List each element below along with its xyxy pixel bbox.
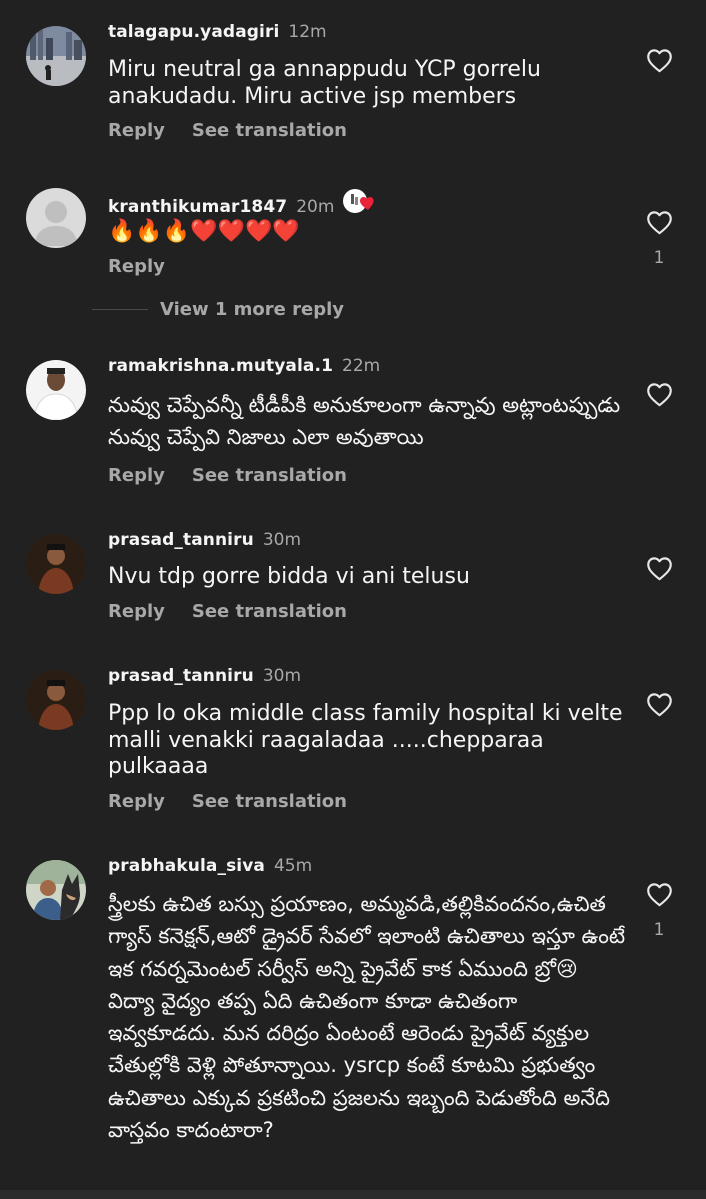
- comment-text: Nvu tdp gorre bidda vi ani telusu: [108, 564, 470, 589]
- heart-outline-icon: [646, 883, 672, 907]
- username[interactable]: talagapu.yadagiri: [108, 22, 279, 42]
- see-translation-button[interactable]: See translation: [192, 465, 347, 486]
- avatar[interactable]: [26, 26, 86, 86]
- username[interactable]: prasad_tanniru: [108, 666, 254, 686]
- heart-outline-icon: [646, 383, 672, 407]
- timestamp: 30m: [262, 666, 302, 686]
- avatar-photo-icon: [26, 360, 86, 420]
- comment-text: స్త్రీలకు ఉచిత బస్సు ప్రయాణం, అమ్మవడి,తల…: [108, 892, 626, 1143]
- see-translation-button[interactable]: See translation: [192, 791, 347, 812]
- divider: [92, 309, 148, 310]
- reply-button[interactable]: Reply: [108, 256, 165, 277]
- avatar[interactable]: [26, 360, 86, 420]
- timestamp: 45m: [273, 856, 313, 876]
- bottom-edge: [0, 1190, 706, 1199]
- heart-outline-icon: [646, 211, 672, 235]
- like-button[interactable]: 1: [644, 210, 674, 268]
- avatar[interactable]: [26, 534, 86, 594]
- comment-text: 🔥🔥🔥❤️❤️❤️❤️: [108, 219, 300, 244]
- heart-sticker-icon: [342, 188, 378, 216]
- avatar[interactable]: [26, 860, 86, 920]
- username[interactable]: prabhakula_siva: [108, 856, 265, 876]
- comment-text: Ppp lo oka middle class family hospital …: [108, 701, 623, 780]
- timestamp: 20m: [296, 197, 335, 217]
- avatar-photo-icon: [26, 534, 86, 594]
- timestamp: 30m: [262, 530, 302, 550]
- reply-button[interactable]: Reply: [108, 791, 165, 812]
- view-more-replies-label[interactable]: View 1 more reply: [160, 299, 344, 320]
- timestamp: 12m: [288, 22, 327, 42]
- comment-text: Miru neutral ga annappudu YCP gorrelu an…: [108, 57, 541, 109]
- like-count: 1: [653, 248, 665, 268]
- comment-text: నువ్వు చెప్పేవన్నీ టీడీపీకి అనుకూలంగా ఉన…: [108, 393, 621, 450]
- avatar-photo-icon: [26, 26, 86, 86]
- reply-button[interactable]: Reply: [108, 465, 165, 486]
- heart-outline-icon: [646, 49, 672, 73]
- like-button[interactable]: [644, 692, 674, 717]
- view-more-replies[interactable]: View 1 more reply: [92, 299, 344, 320]
- reply-button[interactable]: Reply: [108, 601, 165, 622]
- avatar-photo-icon: [26, 860, 86, 920]
- see-translation-button[interactable]: See translation: [192, 120, 347, 141]
- avatar[interactable]: [26, 670, 86, 730]
- like-button[interactable]: [644, 48, 674, 73]
- see-translation-button[interactable]: See translation: [192, 601, 347, 622]
- username[interactable]: ramakrishna.mutyala.1: [108, 356, 333, 376]
- avatar[interactable]: [26, 188, 86, 248]
- username[interactable]: prasad_tanniru: [108, 530, 254, 550]
- person-silhouette-icon: [26, 188, 86, 248]
- like-button[interactable]: [644, 556, 674, 581]
- avatar-photo-icon: [26, 670, 86, 730]
- like-count: 1: [653, 920, 665, 940]
- heart-outline-icon: [646, 557, 672, 581]
- reply-button[interactable]: Reply: [108, 120, 165, 141]
- comments-panel: talagapu.yadagiri 12m Miru neutral ga an…: [0, 0, 706, 1199]
- timestamp: 22m: [342, 356, 381, 376]
- username[interactable]: kranthikumar1847: [108, 197, 287, 217]
- heart-outline-icon: [646, 693, 672, 717]
- like-button[interactable]: [644, 382, 674, 407]
- like-button[interactable]: 1: [644, 882, 674, 940]
